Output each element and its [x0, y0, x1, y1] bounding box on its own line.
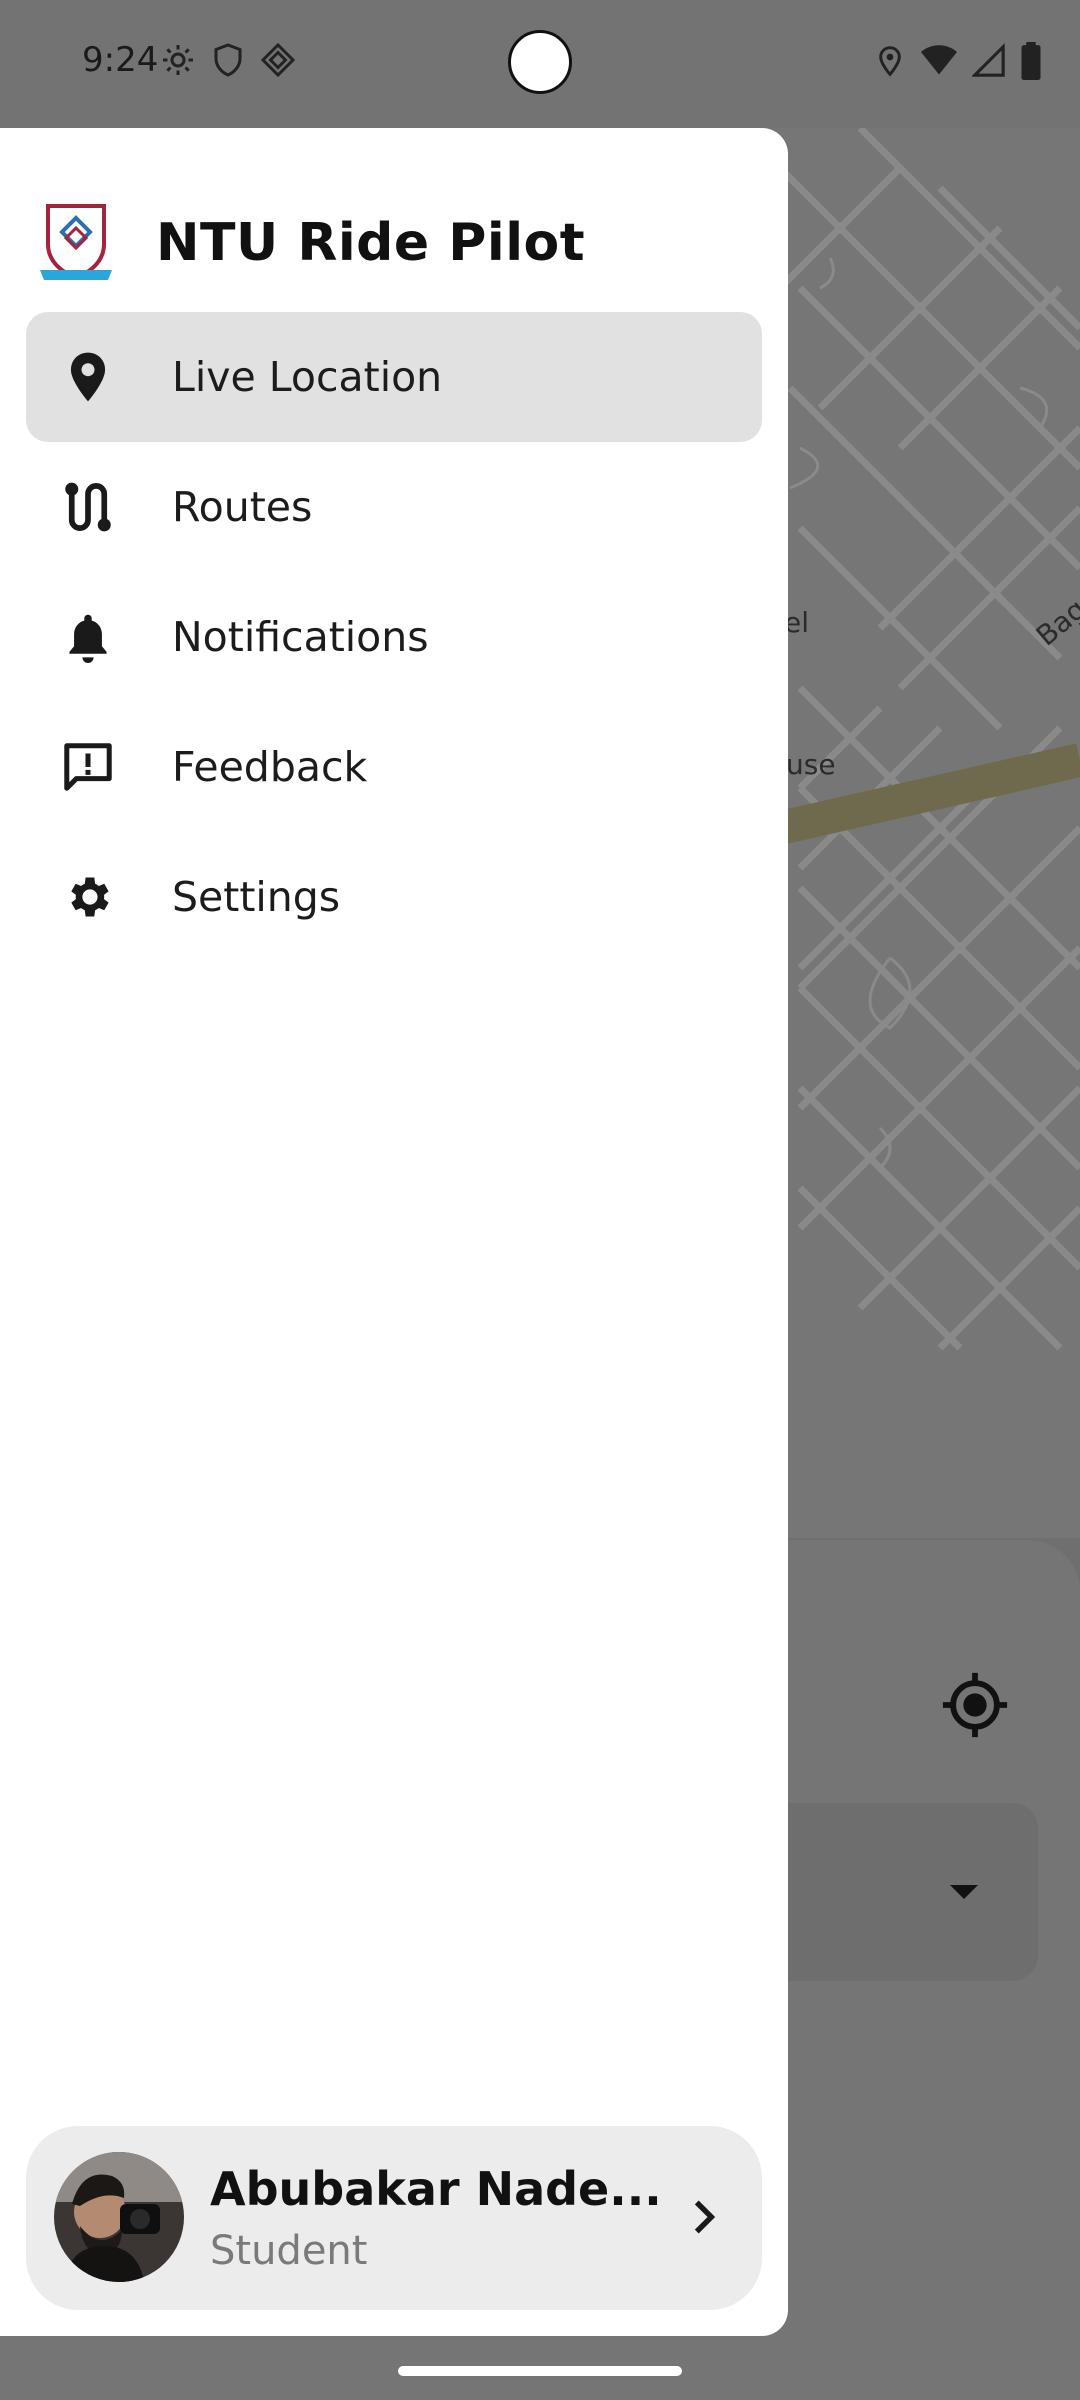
ntu-crest-logo: [40, 204, 112, 281]
status-time: 9:24: [82, 40, 159, 80]
menu-item-label: Settings: [172, 873, 341, 921]
feedback-icon: [58, 737, 118, 797]
avatar: [54, 2152, 184, 2282]
bell-icon: [58, 607, 118, 667]
location-icon: [879, 46, 901, 77]
menu-item-feedback[interactable]: Feedback: [26, 702, 762, 832]
menu-item-routes[interactable]: Routes: [26, 442, 762, 572]
home-indicator[interactable]: [398, 2366, 682, 2376]
settings-gear-icon: [58, 867, 118, 927]
menu-item-settings[interactable]: Settings: [26, 832, 762, 962]
dropdown-caret-icon: [950, 1885, 978, 1899]
gear-icon: [163, 45, 193, 75]
menu-item-notifications[interactable]: Notifications: [26, 572, 762, 702]
drawer-header: NTU Ride Pilot: [38, 188, 585, 298]
status-bar: 9:24: [0, 0, 1080, 128]
drawer-menu: Live Location Routes Notifications Feedb…: [26, 312, 762, 962]
wifi-icon: [921, 45, 957, 75]
menu-item-label: Routes: [172, 483, 313, 531]
chevron-right-icon: [694, 2200, 716, 2234]
navigation-drawer: NTU Ride Pilot Live Location Routes Noti…: [0, 128, 788, 2336]
map-label: use: [786, 748, 836, 781]
profile-name: Abubakar Nade...: [210, 2162, 662, 2216]
battery-icon: [1021, 42, 1041, 80]
route-icon: [58, 477, 118, 537]
menu-item-label: Live Location: [172, 353, 443, 401]
shield-icon: [214, 43, 242, 77]
signal-icon: [972, 43, 1005, 77]
camera-cutout: [508, 30, 572, 94]
menu-item-live-location[interactable]: Live Location: [26, 312, 762, 442]
my-location-icon[interactable]: [940, 1670, 1010, 1740]
menu-item-label: Notifications: [172, 613, 429, 661]
menu-item-label: Feedback: [172, 743, 368, 791]
profile-role: Student: [210, 2228, 368, 2274]
location-pin-icon: [58, 347, 118, 407]
nearby-icon: [260, 42, 296, 78]
app-title: NTU Ride Pilot: [156, 213, 586, 273]
profile-card[interactable]: Abubakar Nade... Student: [26, 2126, 762, 2310]
